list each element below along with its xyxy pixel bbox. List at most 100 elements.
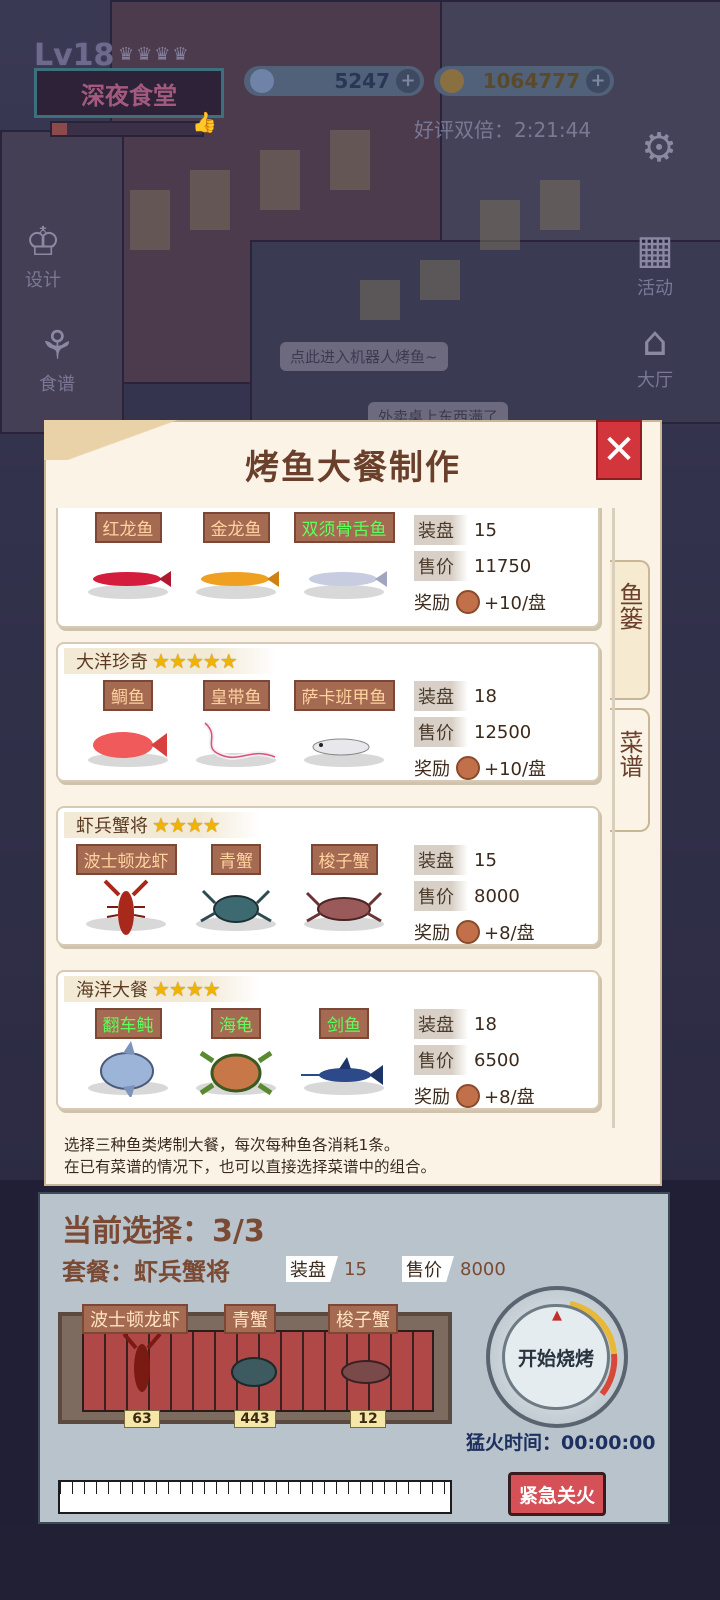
meal-card[interactable]: 大洋珍奇 ★★★★★ 鲷鱼 皇带鱼 萨卡班甲鱼 装盘 18 售价 12500 奖励 +1… [56, 642, 600, 782]
description-line-1: 选择三种鱼类烤制大餐，每次每种鱼各消耗1条。 [64, 1136, 400, 1154]
slot-1-tag[interactable]: 波士顿龙虾 [82, 1304, 188, 1334]
plate-value: 15 [474, 519, 497, 541]
reward-label: 奖励 [414, 923, 450, 944]
coin-value: 1064777 [482, 69, 580, 93]
reward-value: +10/盘 [484, 759, 547, 780]
coin-icon [440, 69, 464, 93]
heat-ruler [58, 1480, 452, 1514]
copper-coin-icon [456, 756, 480, 780]
xp-bar [50, 121, 204, 137]
combo-plate: 装盘 15 [286, 1256, 367, 1282]
design-button[interactable]: ♔ 设计 [8, 218, 78, 292]
meal-header: 大洋珍奇 ★★★★★ [64, 648, 277, 674]
fish-slot: 双须骨舌鱼 [280, 512, 408, 599]
events-button[interactable]: ▦ 活动 [620, 226, 690, 300]
fish-name: 青蟹 [211, 844, 261, 875]
reward-label: 奖励 [414, 1087, 450, 1108]
meal-name: 海洋大餐 [76, 980, 148, 1001]
close-button[interactable]: ✕ [596, 420, 642, 480]
star-rating: ★★★★★ [152, 649, 238, 673]
events-label: 活动 [637, 278, 673, 299]
description-line-2: 在已有菜谱的情况下，也可以直接选择菜谱中的组合。 [64, 1158, 437, 1176]
price-label: 售价 [414, 717, 468, 747]
meal-card[interactable]: 虾兵蟹将 ★★★★ 波士顿龙虾 青蟹 梭子蟹 装盘 15 售价 8000 奖励 +8/盘 [56, 806, 600, 946]
fish-name: 萨卡班甲鱼 [293, 680, 395, 711]
combo-price-value: 8000 [460, 1258, 506, 1280]
fire-time: 猛火时间：00:00:00 [466, 1432, 656, 1454]
fish-slot: 萨卡班甲鱼 [280, 680, 408, 767]
hall-label: 大厅 [637, 370, 673, 391]
tab-recipes[interactable]: 菜谱 [610, 708, 650, 832]
slot-2-count: 443 [234, 1410, 276, 1428]
meal-name: 虾兵蟹将 [76, 816, 148, 837]
meal-header: 海洋大餐 ★★★★ [64, 976, 260, 1002]
sea-turtle-icon [191, 1045, 281, 1096]
sacabambaspis-icon [299, 717, 389, 767]
current-selection: 当前选择：3/3 [62, 1214, 265, 1249]
fish-name: 剑鱼 [319, 1008, 369, 1039]
add-coin-button[interactable]: + [586, 69, 610, 93]
plate-label: 装盘 [414, 845, 468, 875]
tab-recipes-label: 菜谱 [615, 730, 643, 778]
hall-icon: ⌂ [642, 319, 668, 365]
fish-name: 金龙鱼 [202, 512, 270, 543]
lobster-icon [81, 879, 171, 935]
fish-name: 海龟 [211, 1008, 261, 1039]
calendar-icon: ▦ [636, 227, 674, 273]
slot-2-tag[interactable]: 青蟹 [224, 1304, 276, 1334]
meal-card[interactable]: 海洋大餐 ★★★★ 翻车鲀 海龟 剑鱼 装盘 18 售价 6500 奖励 +8/盘 [56, 970, 600, 1110]
plate-label: 装盘 [414, 681, 468, 711]
sunfish-icon [83, 1041, 173, 1097]
swimming-crab-icon [299, 881, 389, 931]
gear-icon: ⚙ [641, 125, 677, 171]
recipe-button[interactable]: ⚘ 食谱 [22, 322, 92, 396]
diamond-value: 5247 [334, 69, 390, 93]
mud-crab-icon [191, 881, 281, 931]
meal-stats: 装盘 15 售价 8000 奖励 +8/盘 [414, 842, 594, 950]
star-rating: ★★★★ [152, 977, 221, 1001]
hall-button[interactable]: ⌂ 大厅 [620, 318, 690, 392]
combo-price: 售价 8000 [402, 1256, 506, 1282]
combo-price-label: 售价 [402, 1256, 454, 1282]
tab-fish-basket-label: 鱼篓 [615, 582, 643, 630]
price-value: 11750 [474, 555, 532, 577]
plate-label: 装盘 [414, 515, 468, 545]
add-diamond-button[interactable]: + [396, 69, 420, 93]
reward-label: 奖励 [414, 759, 450, 780]
fish-name: 红龙鱼 [94, 512, 162, 543]
meal-list[interactable]: 红龙鱼 金龙鱼 双须骨舌鱼 装盘 15 售价 11750 奖励 +10/盘 大洋珍奇 ★… [56, 508, 615, 1128]
plate-value: 15 [474, 849, 497, 871]
combo-plate-label: 装盘 [286, 1256, 338, 1282]
chef-hat-icon: ♔ [25, 219, 61, 265]
price-label: 售价 [414, 1045, 468, 1075]
design-label: 设计 [25, 270, 61, 291]
price-label: 售价 [414, 881, 468, 911]
tab-fish-basket[interactable]: 鱼篓 [610, 560, 650, 700]
meal-stats: 装盘 18 售价 12500 奖励 +10/盘 [414, 678, 594, 786]
dial-pointer-icon: ▲ [552, 1308, 562, 1323]
price-label: 售价 [414, 551, 468, 581]
reward-label: 奖励 [414, 593, 450, 614]
red-arowana-icon [83, 549, 173, 599]
oarfish-icon [191, 717, 281, 767]
price-value: 6500 [474, 1049, 520, 1071]
copper-coin-icon [456, 590, 480, 614]
robot-hint-bubble[interactable]: 点此进入机器人烤鱼~ [280, 342, 448, 371]
price-value: 8000 [474, 885, 520, 907]
slot-3-tag[interactable]: 梭子蟹 [328, 1304, 398, 1334]
plate-label: 装盘 [414, 1009, 468, 1039]
sea-bream-icon [83, 717, 173, 767]
swordfish-icon [299, 1045, 389, 1095]
review-double-timer: 好评双倍：2:21:44 [414, 118, 592, 142]
dialog-title: 烤鱼大餐制作 [245, 448, 461, 488]
diamond-counter: 5247 + [244, 66, 424, 96]
slot-1-count: 63 [124, 1410, 160, 1428]
reward-value: +8/盘 [484, 923, 535, 944]
thumbs-up-icon: 👍 [192, 110, 217, 134]
emergency-stop-button[interactable]: 紧急关火 [508, 1472, 606, 1516]
fish-name: 双须骨舌鱼 [293, 512, 395, 543]
price-value: 12500 [474, 721, 532, 743]
meal-stats: 装盘 18 售价 6500 奖励 +8/盘 [414, 1006, 594, 1114]
meal-card[interactable]: 红龙鱼 金龙鱼 双须骨舌鱼 装盘 15 售价 11750 奖励 +10/盘 [56, 508, 600, 628]
gear-badge[interactable]: ⚙ [624, 124, 694, 172]
